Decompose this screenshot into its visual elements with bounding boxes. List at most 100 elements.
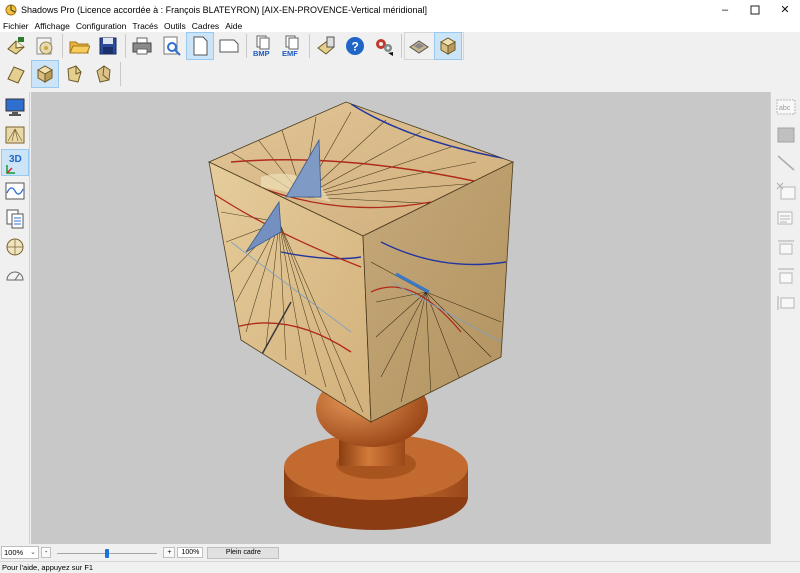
settings-button[interactable] xyxy=(370,32,398,60)
view-dial-face-button[interactable] xyxy=(1,121,29,148)
line-icon xyxy=(777,154,795,171)
frame-icon xyxy=(777,127,795,142)
align-frame-button[interactable] xyxy=(772,289,800,316)
print-preview-button[interactable] xyxy=(157,32,185,60)
insert-text-button[interactable]: abc xyxy=(772,93,800,120)
help-icon: ? xyxy=(346,37,364,55)
three-d-label: 3D xyxy=(9,154,22,165)
text-lines-icon xyxy=(777,211,793,224)
right-toolbar: abc xyxy=(770,92,800,544)
export-emf-icon: EMF xyxy=(282,35,299,57)
menu-cadres[interactable]: Cadres xyxy=(192,21,219,31)
view-screen-button[interactable] xyxy=(1,93,29,120)
minimize-icon[interactable]: – xyxy=(710,0,740,19)
cube-icon xyxy=(439,37,457,55)
menu-outils[interactable]: Outils xyxy=(164,21,186,31)
page-landscape-button[interactable] xyxy=(215,32,243,60)
app-icon xyxy=(5,4,17,16)
view-sphere-button[interactable] xyxy=(1,233,29,260)
new-dial-button[interactable] xyxy=(2,32,30,60)
gears-icon xyxy=(376,39,393,56)
zoom-value: 100% xyxy=(177,547,204,558)
text-frame-icon: abc xyxy=(776,99,796,114)
view-table-button[interactable] xyxy=(1,205,29,232)
page-landscape-icon xyxy=(219,39,239,53)
view-3d-button[interactable] xyxy=(434,32,462,60)
dial-multiface-icon xyxy=(96,65,111,83)
resize-height-button[interactable] xyxy=(772,261,800,288)
menu-traces[interactable]: Tracés xyxy=(132,21,158,31)
dial-cube-button[interactable] xyxy=(31,60,59,88)
monitor-icon xyxy=(5,98,25,116)
resize-width-button[interactable] xyxy=(772,233,800,260)
bmp-label: BMP xyxy=(253,49,270,57)
insert-frame-button[interactable] xyxy=(772,121,800,148)
protractor-icon xyxy=(6,271,24,280)
view-2d-button[interactable] xyxy=(405,32,433,60)
print-preview-icon xyxy=(163,36,181,56)
view-3d-side-button[interactable]: 3D xyxy=(1,149,29,176)
dial-face-icon xyxy=(5,126,25,143)
render-canvas[interactable] xyxy=(31,92,770,544)
dial-polyhedron-icon xyxy=(67,65,82,83)
align-frame-icon xyxy=(777,295,795,310)
zoom-out-button[interactable]: - xyxy=(41,547,52,558)
zoom-dropdown[interactable]: 100% ⌄ xyxy=(1,546,39,559)
wizard-icon xyxy=(36,37,53,55)
resize-height-icon xyxy=(778,268,794,283)
save-icon xyxy=(99,37,117,55)
open-wizard-button[interactable] xyxy=(31,32,59,60)
resize-width-icon xyxy=(778,240,794,254)
menu-affichage[interactable]: Affichage xyxy=(35,21,70,31)
export-bmp-button[interactable]: BMP xyxy=(249,32,277,60)
page-portrait-icon xyxy=(193,36,208,56)
print-button[interactable] xyxy=(128,32,156,60)
open-file-button[interactable] xyxy=(65,32,93,60)
calculator-button[interactable] xyxy=(312,32,340,60)
delete-frame-icon xyxy=(776,182,796,199)
zoom-in-button[interactable]: + xyxy=(163,547,176,558)
abc-label: abc xyxy=(779,105,791,112)
menu-configuration[interactable]: Configuration xyxy=(76,21,127,31)
insert-line-button[interactable] xyxy=(772,149,800,176)
menu-bar: Fichier Affichage Configuration Tracés O… xyxy=(0,19,800,32)
view-protractor-button[interactable] xyxy=(1,261,29,288)
status-help-text: Pour l'aide, appuyez sur F1 xyxy=(2,563,94,572)
delete-object-button[interactable] xyxy=(772,177,800,204)
zoom-dropdown-value: 100% xyxy=(4,548,24,557)
chevron-down-icon: ⌄ xyxy=(30,549,36,556)
title-bar: Shadows Pro (Licence accordée à : Franço… xyxy=(0,0,800,19)
dial-polyhedron-button[interactable] xyxy=(60,60,88,88)
view-flat-icon xyxy=(409,40,429,54)
printer-icon xyxy=(132,37,152,55)
export-emf-button[interactable]: EMF xyxy=(278,32,306,60)
full-frame-button[interactable]: Plein cadre xyxy=(207,546,280,559)
maximize-icon[interactable] xyxy=(740,0,770,19)
main-toolbar: BMP EMF ? xyxy=(2,32,464,60)
save-file-button[interactable] xyxy=(94,32,122,60)
close-icon[interactable]: ✕ xyxy=(770,0,800,19)
zoom-slider[interactable] xyxy=(57,547,158,559)
armillary-icon xyxy=(6,238,24,255)
dial-type-toolbar xyxy=(2,60,123,88)
new-dial-icon xyxy=(7,37,25,55)
window-title: Shadows Pro (Licence accordée à : Franço… xyxy=(21,4,427,15)
dial-plane-button[interactable] xyxy=(2,60,30,88)
calculator-icon xyxy=(317,36,335,55)
page-portrait-button[interactable] xyxy=(186,32,214,60)
edit-text-button[interactable] xyxy=(772,205,800,232)
cube-sundial-render xyxy=(208,101,515,530)
status-bar: Pour l'aide, appuyez sur F1 xyxy=(0,561,800,573)
dial-multiface-button[interactable] xyxy=(89,60,117,88)
menu-fichier[interactable]: Fichier xyxy=(3,21,29,31)
curve-chart-icon xyxy=(5,182,25,199)
zoom-slider-thumb[interactable] xyxy=(105,548,110,558)
dial-plane-icon xyxy=(7,66,25,84)
table-report-icon xyxy=(6,209,24,228)
emf-label: EMF xyxy=(282,49,298,57)
help-button[interactable]: ? xyxy=(341,32,369,60)
menu-aide[interactable]: Aide xyxy=(225,21,242,31)
view-curve-button[interactable] xyxy=(1,177,29,204)
folder-icon xyxy=(69,41,90,54)
export-bmp-icon: BMP xyxy=(253,35,270,57)
